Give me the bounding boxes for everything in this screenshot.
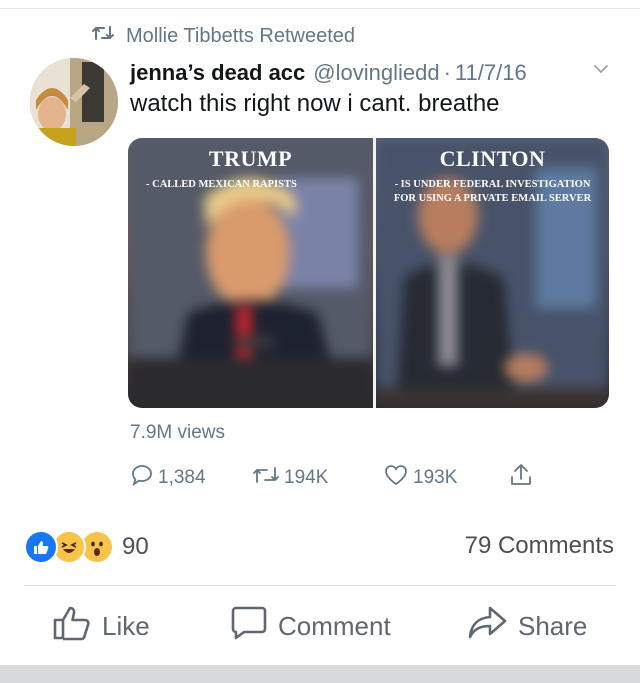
share-up-icon xyxy=(508,462,538,494)
reply-icon xyxy=(130,463,158,493)
like-count: 193K xyxy=(413,467,458,488)
avatar[interactable] xyxy=(30,58,118,146)
top-divider xyxy=(0,8,640,9)
comments-count[interactable]: 79 Comments xyxy=(465,532,614,560)
like-button[interactable]: 193K xyxy=(383,462,457,494)
retweet-button[interactable]: 194K xyxy=(252,462,328,494)
reply-count: 1,384 xyxy=(158,467,206,488)
left-panel-title: TRUMP xyxy=(208,146,293,171)
tweet-media[interactable]: TRUMP - CALLED MEXICAN RAPISTS CLINTON -… xyxy=(128,138,609,408)
retweet-label: Mollie Tibbetts Retweeted xyxy=(126,24,356,47)
reaction-summary[interactable]: 90 xyxy=(24,530,149,564)
tweet-header: jenna’s dead acc @lovingliedd · 11/7/16 xyxy=(130,58,620,88)
thumbs-up-icon xyxy=(52,604,102,649)
retweet-count: 194K xyxy=(284,467,329,488)
share-button[interactable]: Share xyxy=(468,606,587,646)
tweet-text: watch this right now i cant. breathe xyxy=(130,90,500,117)
chevron-down-icon[interactable] xyxy=(592,62,630,81)
like-label: Like xyxy=(102,610,150,641)
like-reaction-icon xyxy=(24,530,58,564)
retweet-icon xyxy=(252,464,284,492)
comment-button[interactable]: Comment xyxy=(230,606,391,646)
user-handle[interactable]: @lovingliedd xyxy=(313,60,439,86)
left-panel-subtitle: - CALLED MEXICAN RAPISTS xyxy=(146,179,297,190)
share-up-button[interactable] xyxy=(508,462,538,494)
display-name[interactable]: jenna’s dead acc xyxy=(130,60,305,86)
retweet-icon xyxy=(92,24,126,48)
right-panel-subtitle: - IS UNDER FEDERAL INVESTIGATION FOR USI… xyxy=(393,179,592,204)
separator: · xyxy=(443,60,451,85)
tweet-actions: 1,384 194K 193K xyxy=(130,462,550,494)
like-button[interactable]: Like xyxy=(52,606,150,646)
media-panel-right: CLINTON - IS UNDER FEDERAL INVESTIGATION… xyxy=(376,138,609,408)
share-arrow-icon xyxy=(468,605,518,648)
right-panel-title: CLINTON xyxy=(439,146,546,171)
retweet-context[interactable]: Mollie Tibbetts Retweeted xyxy=(92,24,355,48)
comment-bubble-icon xyxy=(230,605,278,648)
heart-icon xyxy=(383,463,413,493)
reaction-count: 90 xyxy=(122,533,149,560)
view-count: 7.9M views xyxy=(130,422,226,443)
tweet-date[interactable]: 11/7/16 xyxy=(455,60,527,86)
media-panel-left: TRUMP - CALLED MEXICAN RAPISTS xyxy=(128,138,373,408)
bottom-separator xyxy=(0,665,640,683)
comment-label: Comment xyxy=(278,610,391,641)
action-divider xyxy=(24,585,616,586)
reply-button[interactable]: 1,384 xyxy=(130,462,206,494)
share-label: Share xyxy=(518,610,588,641)
